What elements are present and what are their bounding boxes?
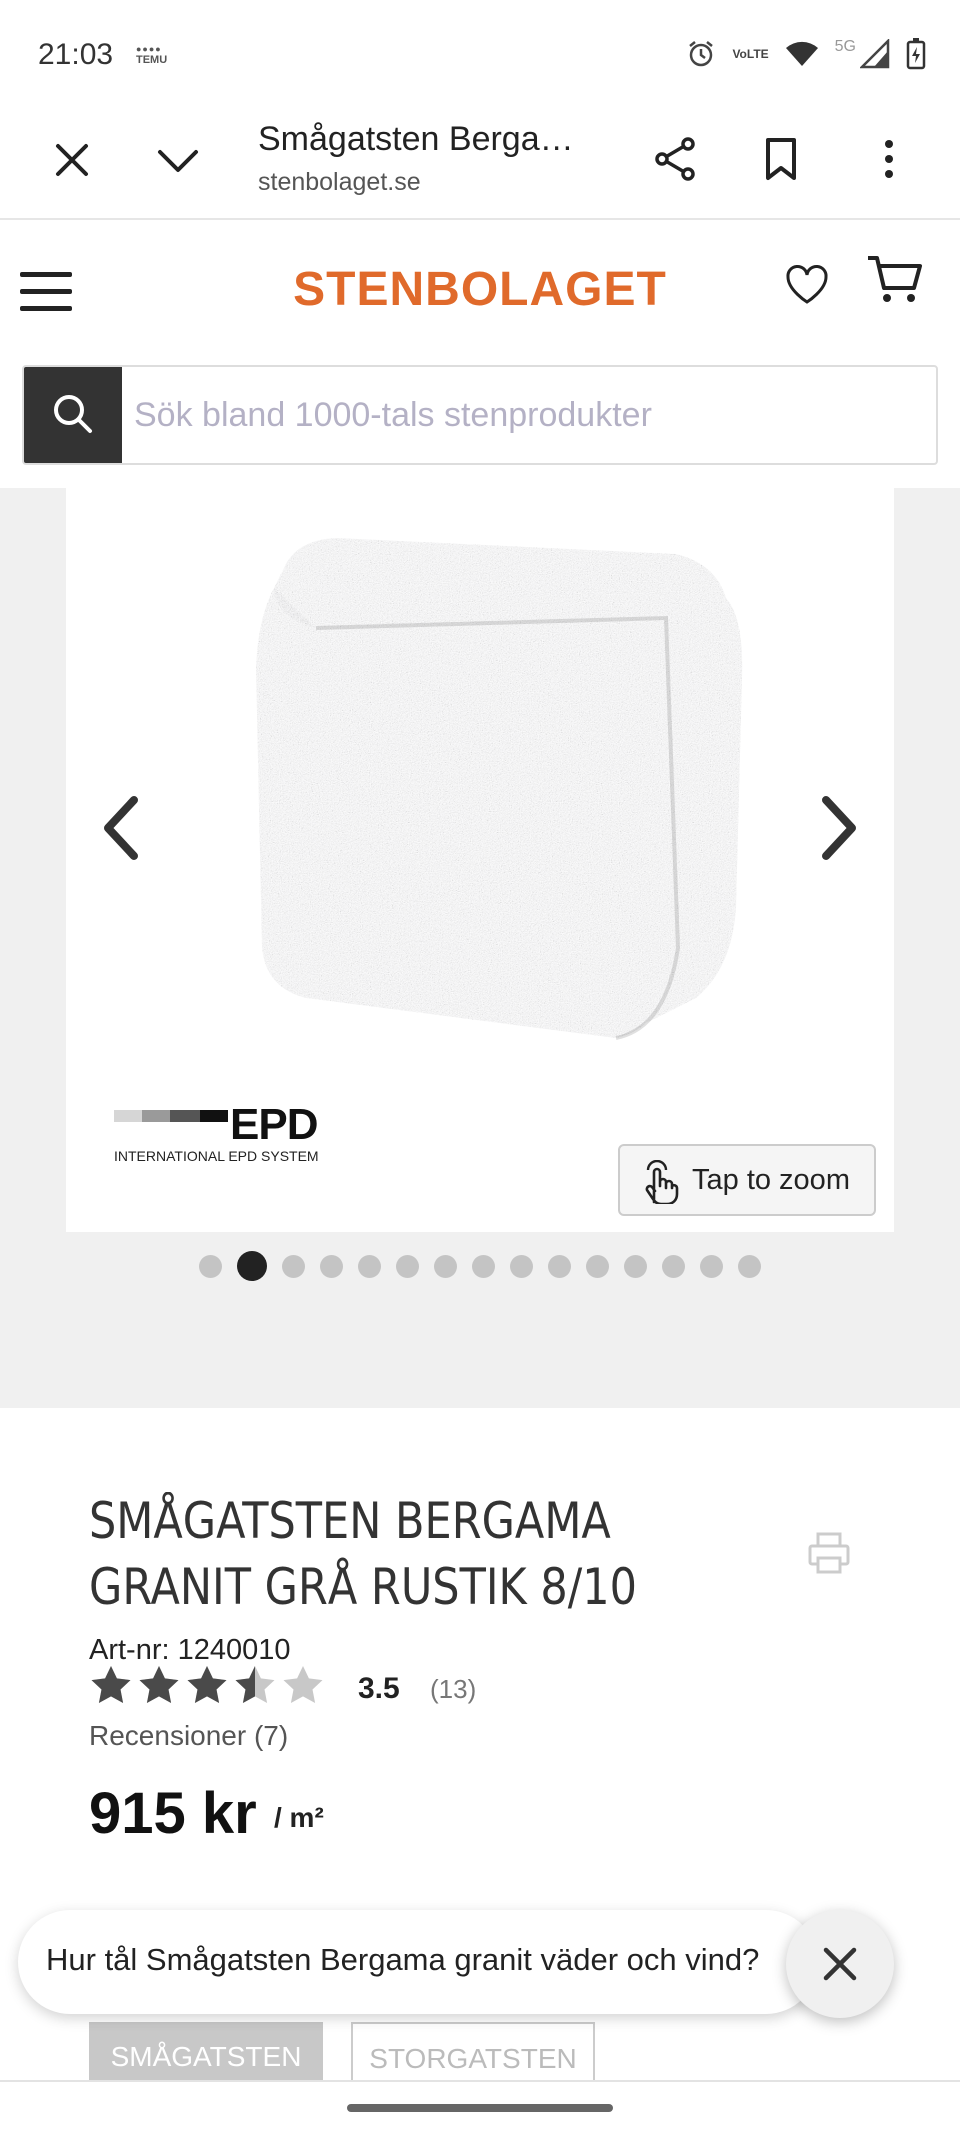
pagination-dot[interactable] xyxy=(358,1254,381,1278)
product-image[interactable] xyxy=(196,528,756,1088)
star-icon xyxy=(235,1666,275,1703)
gallery-pagination xyxy=(0,1251,960,1281)
rating-value: 3.5 xyxy=(358,1672,400,1705)
alarm-icon xyxy=(689,41,714,67)
page-title[interactable]: Smågatsten Bergama granit grå rustik 8/1… xyxy=(258,120,598,159)
battery-charging-icon xyxy=(906,38,926,70)
close-icon xyxy=(823,1947,857,1981)
print-icon[interactable] xyxy=(806,1530,852,1576)
wifi-icon xyxy=(785,41,818,66)
tap-to-zoom-button[interactable]: Tap to zoom xyxy=(618,1144,876,1216)
heart-icon[interactable] xyxy=(784,262,830,308)
rating-count: (13) xyxy=(430,1674,477,1704)
pagination-dot[interactable] xyxy=(434,1254,457,1278)
pagination-dot[interactable] xyxy=(396,1254,419,1278)
tap-hand-icon xyxy=(645,1160,679,1204)
product-card: SMÅGATSTEN BERGAMA GRANIT GRÅ RUSTIK 8/1… xyxy=(44,1428,916,2133)
epd-logo: EPD INTERNATIONAL EPD SYSTEM xyxy=(114,1098,354,1168)
pagination-dot[interactable] xyxy=(738,1254,761,1278)
search-button[interactable] xyxy=(24,367,122,463)
product-price: 915 kr xyxy=(89,1781,257,1846)
product-gallery[interactable]: EPD INTERNATIONAL EPD SYSTEM Tap to zoom xyxy=(66,488,894,1232)
product-title-line2: GRANIT GRÅ RUSTIK 8/10 xyxy=(89,1558,637,1616)
status-time: 21:03 xyxy=(38,38,114,71)
pagination-dot[interactable] xyxy=(320,1254,343,1278)
pagination-dot[interactable] xyxy=(586,1254,609,1278)
status-bar: 21:03 ●●●● TEMU VoLTE 5G xyxy=(0,0,960,106)
close-question-button[interactable] xyxy=(786,1910,894,2018)
reviews-link[interactable]: Recensioner (7) xyxy=(89,1720,288,1752)
share-icon[interactable] xyxy=(650,134,700,184)
home-handle[interactable] xyxy=(347,2104,613,2112)
close-icon[interactable] xyxy=(48,136,96,184)
epd-logo-text: EPD xyxy=(230,1100,318,1149)
product-title-line1: SMÅGATSTEN BERGAMA xyxy=(89,1492,611,1550)
zoom-label: Tap to zoom xyxy=(692,1164,850,1196)
star-icon xyxy=(91,1666,131,1703)
price-unit: / m² xyxy=(274,1802,324,1833)
star-icon xyxy=(187,1666,227,1703)
volte-icon: VoLTE xyxy=(732,47,769,61)
cart-icon[interactable] xyxy=(866,252,924,308)
gesture-bar xyxy=(0,2080,960,2133)
chevron-left-icon[interactable] xyxy=(90,788,150,868)
site-header: STENBOLAGET xyxy=(0,222,960,362)
pagination-dot[interactable] xyxy=(510,1254,533,1278)
network-type: 5G xyxy=(834,38,856,55)
pagination-dot[interactable] xyxy=(472,1254,495,1278)
search-bar xyxy=(22,365,938,465)
pagination-dot[interactable] xyxy=(624,1254,647,1278)
star-icon xyxy=(139,1666,179,1703)
pagination-dot[interactable] xyxy=(199,1254,222,1278)
star-icon xyxy=(283,1666,323,1703)
article-number: Art-nr: 1240010 xyxy=(89,1634,291,1666)
temu-notification-icon: ●●●● TEMU xyxy=(136,44,168,66)
page-url[interactable]: stenbolaget.se xyxy=(258,168,421,197)
product-title: SMÅGATSTEN BERGAMA GRANIT GRÅ RUSTIK 8/1… xyxy=(89,1488,691,1620)
suggested-question-text: Hur tål Smågatsten Bergama granit väder … xyxy=(46,1942,760,1977)
search-input[interactable] xyxy=(134,367,924,463)
search-icon xyxy=(54,395,92,433)
more-vert-icon[interactable] xyxy=(864,134,914,184)
signal-icon xyxy=(860,39,890,69)
chevron-down-icon[interactable] xyxy=(154,136,202,184)
chevron-right-icon[interactable] xyxy=(810,788,870,868)
pagination-dot[interactable] xyxy=(282,1254,305,1278)
pagination-dot[interactable] xyxy=(700,1254,723,1278)
suggested-question-bar[interactable]: Hur tål Smågatsten Bergama granit väder … xyxy=(18,1910,818,2014)
pagination-dot[interactable] xyxy=(548,1254,571,1278)
status-icons: VoLTE 5G xyxy=(686,36,926,72)
rating-stars[interactable] xyxy=(89,1664,325,1708)
bookmark-icon[interactable] xyxy=(756,134,806,184)
pagination-dot[interactable] xyxy=(237,1251,267,1281)
epd-logo-subtitle: INTERNATIONAL EPD SYSTEM xyxy=(114,1148,319,1164)
pagination-dot[interactable] xyxy=(662,1254,685,1278)
browser-toolbar: Smågatsten Bergama granit grå rustik 8/1… xyxy=(0,106,960,220)
